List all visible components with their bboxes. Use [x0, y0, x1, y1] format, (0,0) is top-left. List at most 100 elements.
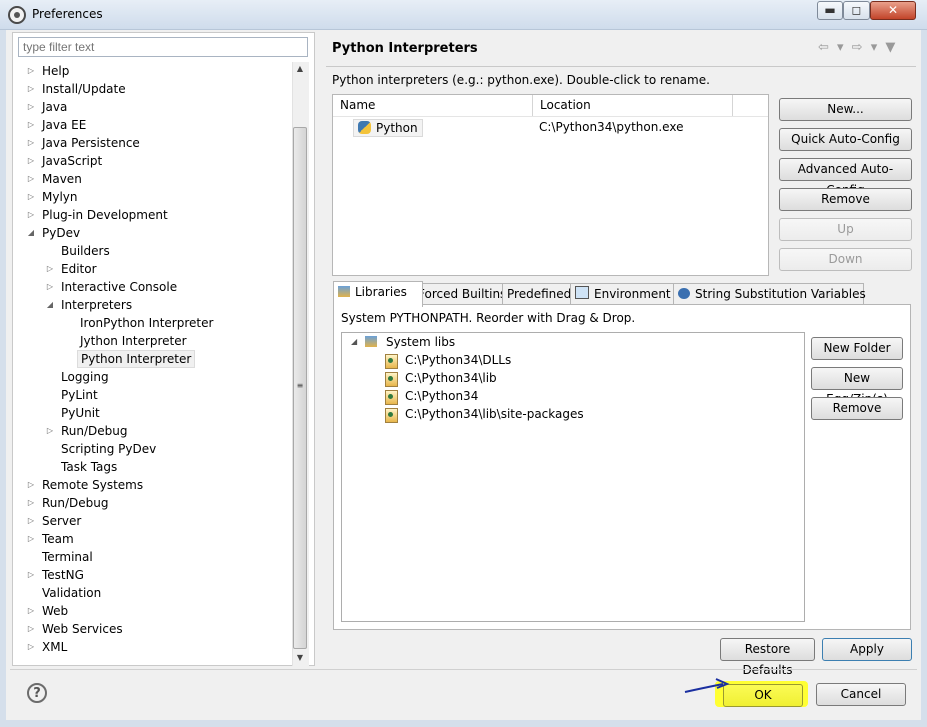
- tree-arrow-icon[interactable]: ▷: [26, 206, 36, 224]
- library-folder-icon: [385, 408, 398, 423]
- tree-item-label: Interpreters: [61, 298, 133, 312]
- maximize-button[interactable]: ◻: [843, 1, 870, 20]
- tree-item-label: Server: [42, 514, 82, 528]
- tree-arrow-icon[interactable]: ▷: [26, 98, 36, 116]
- tree-arrow-icon[interactable]: ▷: [26, 62, 36, 80]
- tree-item-label: Install/Update: [42, 82, 126, 96]
- down-button[interactable]: Down: [779, 248, 912, 271]
- tree-arrow-icon[interactable]: ▷: [26, 530, 36, 548]
- tree-item-label: Java Persistence: [42, 136, 140, 150]
- tree-item-label: Terminal: [42, 550, 93, 564]
- tree-item-label: Run/Debug: [61, 424, 128, 438]
- libraries-icon: [338, 286, 350, 297]
- libraries-description: System PYTHONPATH. Reorder with Drag & D…: [341, 311, 636, 325]
- navigation-arrows-icon[interactable]: ⇦ ▾ ⇨ ▾ ▼: [818, 40, 897, 55]
- tab-environment[interactable]: Environment: [570, 283, 683, 306]
- tree-arrow-icon[interactable]: ▷: [26, 116, 36, 134]
- tab-forced-builtins[interactable]: Forced Builtins: [413, 283, 512, 306]
- environment-icon: [575, 286, 589, 299]
- tree-item-label: Run/Debug: [42, 496, 109, 510]
- tree-item-label: Editor: [61, 262, 97, 276]
- tree-item-label: Java: [42, 100, 68, 114]
- divider: [333, 116, 768, 117]
- column-header-name[interactable]: Name: [333, 95, 533, 116]
- tree-item-label: Interactive Console: [61, 280, 178, 294]
- tree-item-label: Validation: [42, 586, 102, 600]
- tree-arrow-icon[interactable]: ▷: [26, 602, 36, 620]
- variables-icon: [678, 288, 690, 299]
- minimize-button[interactable]: ▬: [817, 1, 843, 20]
- tree-arrow-icon[interactable]: ▷: [26, 512, 36, 530]
- filter-input[interactable]: [18, 37, 308, 57]
- tree-arrow-icon[interactable]: ◢: [45, 296, 55, 314]
- divider: [10, 669, 917, 670]
- tree-item-label: Plug-in Development: [42, 208, 168, 222]
- library-folder-icon: [385, 390, 398, 405]
- tree-arrow-icon[interactable]: ▷: [45, 278, 55, 296]
- scroll-up-icon[interactable]: ▲: [292, 64, 308, 73]
- expanded-arrow-icon[interactable]: ◢: [351, 333, 357, 351]
- remove-interpreter-button[interactable]: Remove: [779, 188, 912, 211]
- tab-libraries[interactable]: Libraries: [333, 281, 423, 307]
- tree-item-label: Web: [42, 604, 69, 618]
- tab-string-substitution[interactable]: String Substitution Variables: [673, 283, 866, 306]
- close-button[interactable]: ✕: [870, 1, 916, 20]
- tree-arrow-icon[interactable]: ◢: [26, 224, 36, 242]
- library-path-label: C:\Python34\DLLs: [405, 353, 512, 367]
- tab-predefined[interactable]: Predefined: [502, 283, 580, 306]
- grip-icon: ≡: [296, 381, 304, 390]
- tree-item-label: Builders: [61, 244, 110, 258]
- python-icon: [358, 121, 371, 134]
- tree-arrow-icon[interactable]: ▷: [26, 170, 36, 188]
- cancel-button[interactable]: Cancel: [816, 683, 906, 706]
- apply-button[interactable]: Apply: [822, 638, 912, 661]
- tree-item-label: Python Interpreter: [77, 350, 196, 368]
- tree-arrow-icon[interactable]: ▷: [26, 638, 36, 656]
- tree-arrow-icon[interactable]: ▷: [26, 476, 36, 494]
- tree-arrow-icon[interactable]: ▷: [45, 422, 55, 440]
- tree-arrow-icon[interactable]: ▷: [26, 80, 36, 98]
- tree-arrow-icon[interactable]: ▷: [26, 152, 36, 170]
- new-interpreter-button[interactable]: New...: [779, 98, 912, 121]
- tree-item-label: IronPython Interpreter: [80, 316, 214, 330]
- new-folder-button[interactable]: New Folder: [811, 337, 903, 360]
- tree-item-label: Jython Interpreter: [80, 334, 187, 348]
- help-icon[interactable]: ?: [27, 683, 47, 703]
- tree-arrow-icon[interactable]: ▷: [26, 134, 36, 152]
- eclipse-icon: [8, 6, 26, 24]
- tree-arrow-icon[interactable]: ▷: [45, 260, 55, 278]
- library-path-label: C:\Python34\lib\site-packages: [405, 407, 584, 421]
- tree-arrow-icon[interactable]: ▷: [26, 188, 36, 206]
- ok-button[interactable]: OK: [723, 684, 803, 707]
- window-title: Preferences: [32, 7, 103, 21]
- tree-arrow-icon[interactable]: ▷: [26, 494, 36, 512]
- divider: [326, 66, 916, 67]
- tree-item-label: Team: [42, 532, 74, 546]
- table-row-name[interactable]: Python: [353, 119, 423, 137]
- tree-item-label: Maven: [42, 172, 82, 186]
- tree-arrow-icon[interactable]: ▷: [26, 620, 36, 638]
- advanced-auto-config-button[interactable]: Advanced Auto-Config: [779, 158, 912, 197]
- interpreter-location: C:\Python34\python.exe: [539, 120, 684, 134]
- tree-arrow-icon[interactable]: ▷: [26, 566, 36, 584]
- tree-item-label: XML: [42, 640, 68, 654]
- column-header-location[interactable]: Location: [533, 95, 733, 116]
- tree-item-label: Scripting PyDev: [61, 442, 157, 456]
- scroll-down-icon[interactable]: ▼: [292, 653, 308, 662]
- tree-item-label: JavaScript: [42, 154, 103, 168]
- quick-auto-config-button[interactable]: Quick Auto-Config: [779, 128, 912, 151]
- remove-library-button[interactable]: Remove: [811, 397, 903, 420]
- restore-defaults-button[interactable]: Restore Defaults: [720, 638, 815, 677]
- tree-item-label: PyUnit: [61, 406, 100, 420]
- tree-item-label: Help: [42, 64, 70, 78]
- new-egg-zip-button[interactable]: New Egg/Zip(s): [811, 367, 903, 406]
- tree-item-label: PyLint: [61, 388, 98, 402]
- library-path-label: C:\Python34: [405, 389, 479, 403]
- tree-item-label: TestNG: [42, 568, 84, 582]
- preference-tree: ▷ Help ▷ Install/Update ▷ Java ▷ Java EE ▷ Java P…: [18, 62, 292, 666]
- title-bar: [0, 0, 927, 30]
- library-folder-icon: [385, 372, 398, 387]
- tree-item-label: Mylyn: [42, 190, 78, 204]
- page-title: Python Interpreters: [332, 41, 478, 56]
- up-button[interactable]: Up: [779, 218, 912, 241]
